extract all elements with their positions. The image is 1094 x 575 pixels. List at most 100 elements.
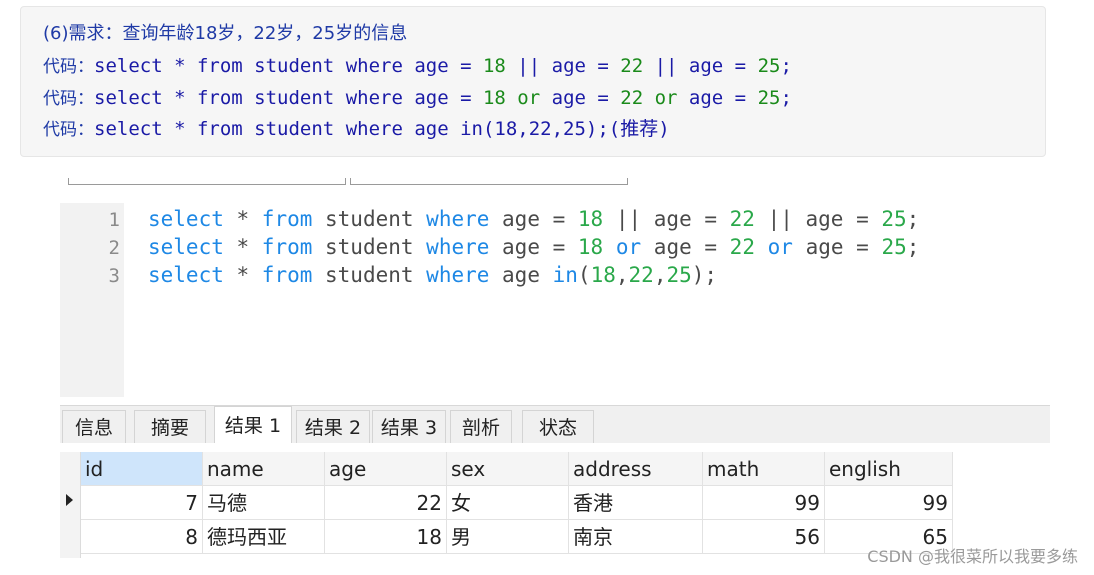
- sql-token: age =: [489, 235, 578, 259]
- sql-token: ,: [615, 263, 629, 287]
- code-token: select: [94, 87, 175, 109]
- code-token: from: [196, 87, 255, 109]
- table-cell[interactable]: 99: [703, 486, 825, 520]
- table-cell[interactable]: 22: [325, 486, 447, 520]
- database-select[interactable]: [350, 178, 628, 185]
- code-token: age =: [551, 87, 621, 109]
- sql-token: ,: [653, 263, 667, 287]
- code-text: select * from student where age = 18 || …: [94, 55, 792, 77]
- code-token: age =: [688, 87, 758, 109]
- code-token: age =: [414, 55, 483, 77]
- sql-token: from: [261, 235, 313, 259]
- code-line-1: 代码：select * from student where age = 18 …: [43, 53, 792, 79]
- table-cell[interactable]: 德玛西亚: [203, 520, 325, 554]
- code-token: age in(18,22,25);(推荐): [414, 118, 670, 140]
- column-header-age[interactable]: age: [325, 452, 447, 486]
- code-text: select * from student where age in(18,22…: [94, 118, 670, 140]
- code-token: age =: [688, 55, 758, 77]
- table-cell[interactable]: 香港: [569, 486, 703, 520]
- code-token: *: [174, 55, 197, 77]
- column-header-id[interactable]: id: [81, 452, 203, 486]
- sql-token: 22: [628, 263, 654, 287]
- code-token: 25: [757, 87, 781, 109]
- sql-token: age =: [805, 207, 882, 231]
- code-token: 22: [620, 87, 644, 109]
- sql-token: (: [577, 263, 591, 287]
- code-token: ;: [780, 55, 792, 77]
- sql-token: where: [426, 263, 490, 287]
- code-token: 18: [482, 55, 506, 77]
- sql-token: *: [223, 235, 262, 259]
- sql-token: 18: [577, 235, 604, 259]
- sql-token: select: [148, 263, 224, 287]
- editor-line-2[interactable]: select * from student where age = 18 or …: [148, 235, 919, 259]
- code-token: select: [94, 118, 175, 140]
- result-tab-bar: 信息 摘要 结果 1 结果 2 结果 3 剖析 状态: [60, 405, 1050, 444]
- sql-token: or: [615, 235, 642, 259]
- sql-token: where: [426, 235, 490, 259]
- code-line-3: 代码：select * from student where age in(18…: [43, 116, 670, 142]
- column-header-math[interactable]: math: [703, 452, 825, 486]
- table-cell[interactable]: 南京: [569, 520, 703, 554]
- tab-result-2[interactable]: 结果 2: [296, 410, 370, 444]
- table-cell[interactable]: 99: [825, 486, 953, 520]
- table-cell[interactable]: 马德: [203, 486, 325, 520]
- code-token: 22: [620, 55, 644, 77]
- sql-token: from: [261, 207, 313, 231]
- code-token: select: [94, 55, 175, 77]
- code-token: *: [174, 118, 197, 140]
- sql-token: ||: [754, 207, 806, 231]
- table-cell[interactable]: 女: [447, 486, 569, 520]
- sql-token: age =: [653, 207, 730, 231]
- sql-token: 25: [666, 263, 692, 287]
- table-cell[interactable]: 56: [703, 520, 825, 554]
- sql-token: 18: [590, 263, 616, 287]
- sql-token: age =: [641, 235, 730, 259]
- table-cell[interactable]: 18: [325, 520, 447, 554]
- requirement-notes-box: (6)需求：查询年龄18岁，22岁，25岁的信息 代码：select * fro…: [20, 6, 1046, 157]
- sql-token: student: [312, 207, 427, 231]
- sql-token: ||: [603, 207, 654, 231]
- sql-token: age =: [489, 207, 578, 231]
- column-header-name[interactable]: name: [203, 452, 325, 486]
- table-cell[interactable]: 8: [81, 520, 203, 554]
- code-prefix: 代码：: [43, 57, 94, 77]
- code-token: where: [345, 87, 415, 109]
- sql-token: *: [223, 263, 262, 287]
- code-token: student: [254, 55, 346, 77]
- sql-token: student: [312, 263, 427, 287]
- sql-token: );: [691, 263, 718, 287]
- watermark: CSDN @我很菜所以我要多练: [867, 547, 1078, 566]
- code-token: from: [196, 118, 255, 140]
- sql-token: 25: [881, 235, 907, 259]
- sql-token: age: [489, 263, 553, 287]
- code-text: select * from student where age = 18 or …: [94, 87, 792, 109]
- line-number: 1: [108, 209, 120, 231]
- requirement-title: (6)需求：查询年龄18岁，22岁，25岁的信息: [43, 23, 408, 44]
- column-header-sex[interactable]: sex: [447, 452, 569, 486]
- line-number-gutter: 1 2 3: [60, 203, 124, 397]
- code-token: student: [254, 118, 346, 140]
- sql-token: or: [767, 235, 793, 259]
- tab-profile[interactable]: 剖析: [450, 410, 512, 444]
- tab-summary[interactable]: 摘要: [134, 410, 206, 444]
- tab-status[interactable]: 状态: [522, 410, 594, 444]
- editor-line-3[interactable]: select * from student where age in(18,22…: [148, 263, 717, 287]
- sql-token: select: [148, 207, 224, 231]
- table-cell[interactable]: 7: [81, 486, 203, 520]
- line-number: 2: [108, 237, 120, 259]
- code-token: where: [345, 118, 415, 140]
- code-token: ;: [780, 87, 792, 109]
- tab-result-3[interactable]: 结果 3: [372, 410, 446, 444]
- table-cell[interactable]: 男: [447, 520, 569, 554]
- tab-info[interactable]: 信息: [62, 410, 126, 444]
- column-header-english[interactable]: english: [825, 452, 953, 486]
- current-row-arrow-icon: [66, 494, 73, 506]
- column-header-address[interactable]: address: [569, 452, 703, 486]
- editor-line-1[interactable]: select * from student where age = 18 || …: [148, 207, 919, 231]
- line-number: 3: [108, 265, 120, 287]
- tab-result-1[interactable]: 结果 1: [214, 406, 292, 444]
- connection-select[interactable]: [68, 178, 346, 185]
